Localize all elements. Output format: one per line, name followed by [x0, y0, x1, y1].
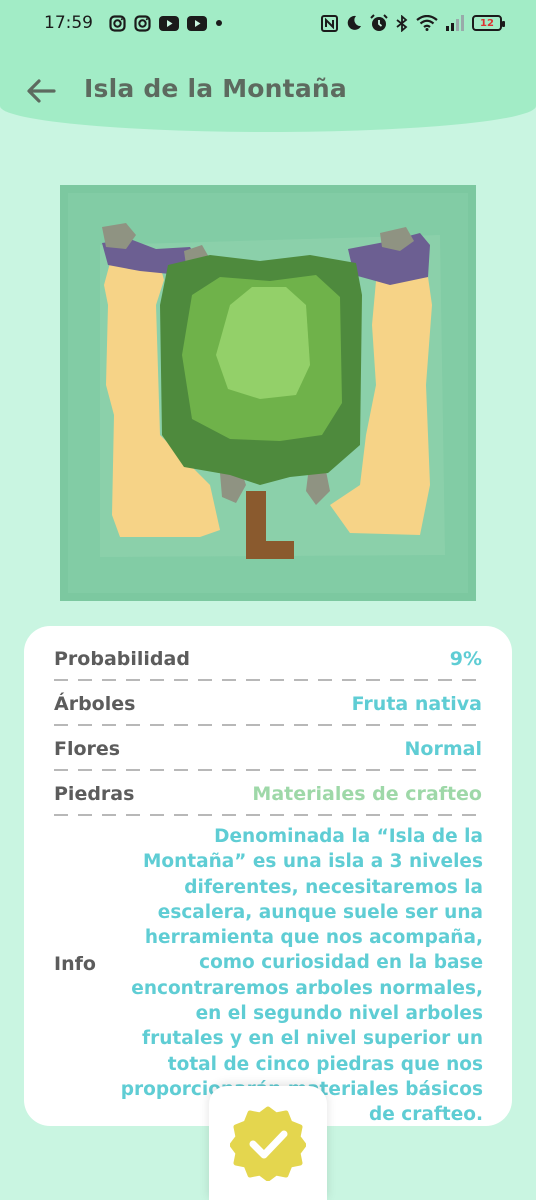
row-value: Fruta nativa	[351, 693, 482, 715]
nfc-icon	[321, 14, 338, 32]
row-label: Piedras	[54, 783, 135, 805]
battery-level: 12	[480, 17, 494, 29]
divider	[54, 769, 482, 771]
bluetooth-icon	[396, 14, 408, 32]
row-flores: Flores Normal	[54, 732, 482, 766]
divider	[54, 814, 482, 816]
alarm-icon	[370, 14, 388, 32]
moon-icon	[346, 15, 362, 31]
screen: 17:59 12 Isla de la Montaña Probabilidad…	[0, 0, 536, 1200]
status-bar: 17:59 12	[0, 0, 536, 46]
youtube-icon	[187, 15, 207, 31]
page-title: Isla de la Montaña	[84, 74, 347, 103]
row-label: Flores	[54, 738, 121, 760]
island-map-image	[60, 185, 476, 601]
row-label: Probabilidad	[54, 648, 190, 670]
wifi-icon	[416, 15, 438, 31]
row-label: Árboles	[54, 693, 136, 715]
row-piedras: Piedras Materiales de crafteo	[54, 777, 482, 811]
status-bar-left: 17:59	[44, 13, 223, 33]
instagram-icon	[134, 14, 151, 32]
status-time: 17:59	[44, 13, 93, 33]
divider	[54, 724, 482, 726]
row-probabilidad: Probabilidad 9%	[54, 642, 482, 676]
row-value: 9%	[449, 648, 482, 670]
battery-icon: 12	[472, 15, 505, 31]
row-value: Normal	[404, 738, 482, 760]
info-label: Info	[54, 953, 96, 975]
dot-icon	[215, 19, 223, 27]
back-button[interactable]	[20, 72, 62, 110]
confirm-button[interactable]	[209, 1086, 327, 1200]
status-bar-right: 12	[321, 14, 505, 32]
arrow-left-icon	[27, 79, 56, 103]
check-badge-icon	[230, 1106, 306, 1181]
details-card: Probabilidad 9% Árboles Fruta nativa Flo…	[24, 626, 512, 1126]
row-value: Materiales de crafteo	[252, 783, 482, 805]
row-arboles: Árboles Fruta nativa	[54, 687, 482, 721]
youtube-icon	[159, 15, 179, 31]
signal-icon	[446, 15, 464, 31]
instagram-icon	[109, 14, 126, 32]
info-text: Denominada la “Isla de la Montaña” es un…	[120, 826, 483, 1126]
divider	[54, 679, 482, 681]
